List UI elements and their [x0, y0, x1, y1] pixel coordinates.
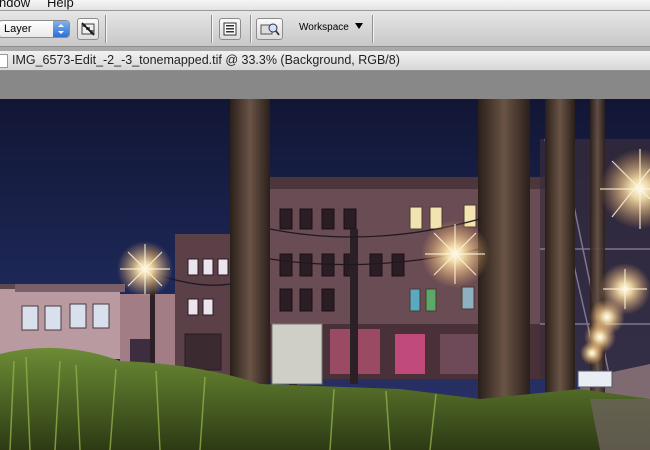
workspace-label: Workspace: [299, 22, 349, 33]
hdr-photo: [0, 99, 650, 450]
toolbar-separator: [372, 15, 373, 43]
palette-icon: [223, 22, 237, 36]
document-title-bar[interactable]: IMG_6573-Edit_-2_-3_tonemapped.tif @ 33.…: [0, 51, 650, 71]
select-arrow-icon: [53, 21, 69, 37]
transparency-icon: [81, 22, 95, 36]
layer-select-value: Layer: [4, 23, 32, 35]
file-browser-button[interactable]: [256, 18, 283, 40]
options-bar: Layer Workspace: [0, 11, 650, 47]
layer-select[interactable]: Layer: [0, 20, 70, 38]
chevron-down-icon: [354, 23, 363, 29]
menu-bar: ndow Help: [0, 0, 650, 11]
palette-well-button[interactable]: [219, 18, 241, 40]
menu-help[interactable]: Help: [47, 0, 74, 10]
document-title: IMG_6573-Edit_-2_-3_tonemapped.tif @ 33.…: [12, 53, 400, 67]
toolbar-separator: [211, 15, 212, 43]
file-browser-icon: [260, 23, 280, 36]
image-canvas[interactable]: [0, 99, 650, 450]
workspace-menu[interactable]: Workspace: [299, 22, 363, 33]
transparency-button[interactable]: [77, 18, 99, 40]
toolbar-separator: [250, 15, 251, 43]
canvas-background: [0, 71, 650, 99]
menu-window[interactable]: ndow: [0, 0, 30, 10]
document-icon: [0, 54, 8, 68]
toolbar-separator: [105, 15, 106, 43]
